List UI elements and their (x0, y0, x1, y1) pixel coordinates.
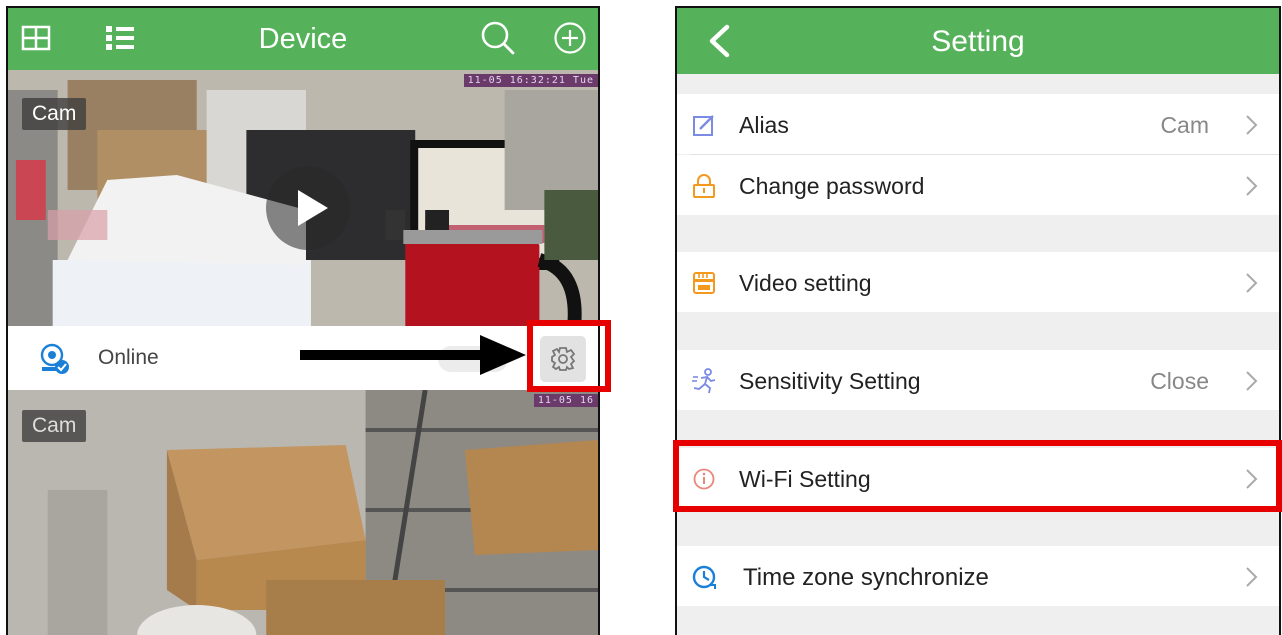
setting-row-change-password[interactable]: Change password (677, 155, 1279, 215)
setting-label: Alias (739, 112, 789, 138)
setting-row-alias[interactable]: Alias Cam (677, 94, 1279, 154)
setting-label: Video setting (739, 270, 872, 296)
add-icon[interactable] (553, 21, 587, 55)
setting-row-video[interactable]: Video setting (677, 252, 1279, 312)
chevron-right-icon (1241, 113, 1261, 137)
camera-online-icon (36, 341, 70, 375)
camera-feed-2[interactable]: 11-05 16 Cam (8, 390, 598, 635)
chevron-right-icon (1241, 369, 1261, 393)
running-person-icon (691, 368, 717, 394)
setting-value: Cam (1160, 112, 1209, 138)
setting-row-sensitivity[interactable]: Sensitivity Setting Close (677, 350, 1279, 410)
camera-name-tag: Cam (22, 98, 87, 130)
play-icon (298, 190, 328, 226)
wifi-setting-highlight (673, 440, 1282, 512)
setting-value: Close (1150, 368, 1209, 394)
settings-top-bar: Setting (677, 8, 1279, 74)
camera-name-tag: Cam (22, 410, 87, 442)
settings-button-highlight (527, 320, 611, 392)
clock-icon (691, 564, 717, 590)
chevron-right-icon (1241, 271, 1261, 295)
setting-label: Time zone synchronize (743, 564, 989, 591)
setting-label: Change password (739, 173, 925, 199)
device-screen: Device 11-05 16:32:21 Tue Cam Online 11-… (6, 6, 600, 635)
chevron-right-icon (1241, 565, 1261, 589)
settings-screen: Setting Alias Cam Change password Video … (675, 6, 1281, 635)
edit-icon (691, 112, 717, 138)
setting-label: Sensitivity Setting (739, 368, 921, 394)
lock-icon (691, 173, 717, 199)
device-status-text: Online (98, 346, 159, 369)
camera-feed-1[interactable]: 11-05 16:32:21 Tue Cam (8, 70, 598, 326)
feed-timestamp: 11-05 16 (533, 394, 598, 407)
device-top-bar: Device (8, 8, 598, 70)
sd-card-icon (691, 270, 717, 296)
feed-timestamp: 11-05 16:32:21 Tue (463, 74, 598, 87)
camera-feed-image (8, 390, 598, 635)
setting-row-time-zone[interactable]: Time zone synchronize (677, 546, 1279, 606)
page-title: Setting (931, 25, 1025, 58)
chevron-right-icon (1241, 174, 1261, 198)
search-icon[interactable] (480, 20, 516, 56)
play-button[interactable] (266, 166, 350, 250)
annotation-arrow (300, 335, 526, 375)
